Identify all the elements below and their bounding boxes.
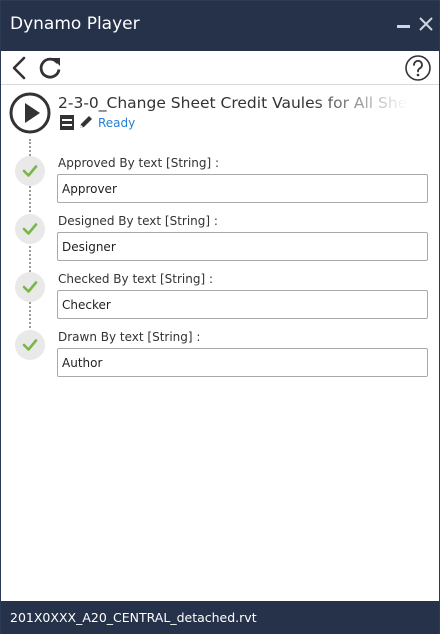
- checkmark-icon: [22, 281, 38, 293]
- checkmark-icon: [22, 223, 38, 235]
- minimize-button[interactable]: [394, 13, 414, 35]
- input-approved-by: Approved By text [String] :: [1, 156, 439, 214]
- help-icon: [405, 55, 431, 81]
- input-label: Designed By text [String] :: [58, 214, 218, 228]
- window-title: Dynamo Player: [10, 14, 140, 34]
- checked-by-input[interactable]: [57, 290, 428, 319]
- back-arrow-icon: [12, 56, 26, 80]
- refresh-icon: [39, 57, 61, 79]
- back-button[interactable]: [6, 54, 34, 82]
- check-status: [15, 214, 45, 244]
- check-status: [15, 330, 45, 360]
- refresh-button[interactable]: [36, 54, 64, 82]
- dynamo-player-window: Dynamo Player 2-3-0_Change Sheet Credit …: [0, 0, 440, 634]
- toolbar: [1, 51, 439, 85]
- pencil-icon[interactable]: [78, 114, 94, 130]
- input-drawn-by: Drawn By text [String] :: [1, 330, 439, 388]
- check-status: [15, 156, 45, 186]
- status-footer: 201X0XXX_A20_CENTRAL_detached.rvt: [1, 601, 439, 634]
- script-name: 2-3-0_Change Sheet Credit Vaules for All…: [58, 94, 408, 112]
- close-button[interactable]: [416, 13, 436, 35]
- checkmark-icon: [22, 339, 38, 351]
- run-script-button[interactable]: [9, 92, 51, 134]
- input-label: Approved By text [String] :: [58, 156, 220, 170]
- script-header: 2-3-0_Change Sheet Credit Vaules for All…: [1, 87, 439, 137]
- checkmark-icon: [22, 165, 38, 177]
- dynamo-graph-icon: [60, 115, 74, 130]
- check-status: [15, 272, 45, 302]
- designed-by-input[interactable]: [57, 232, 428, 261]
- input-label: Checked By text [String] :: [58, 272, 213, 286]
- close-icon: [419, 17, 433, 31]
- play-icon: [9, 92, 51, 134]
- drawn-by-input[interactable]: [57, 348, 428, 377]
- status-label: Ready: [98, 116, 136, 130]
- input-label: Drawn By text [String] :: [58, 330, 201, 344]
- approved-by-input[interactable]: [57, 174, 428, 203]
- help-button[interactable]: [404, 54, 432, 82]
- input-checked-by: Checked By text [String] :: [1, 272, 439, 330]
- title-bar[interactable]: Dynamo Player: [1, 1, 439, 51]
- input-designed-by: Designed By text [String] :: [1, 214, 439, 272]
- document-file-name: 201X0XXX_A20_CENTRAL_detached.rvt: [10, 610, 257, 625]
